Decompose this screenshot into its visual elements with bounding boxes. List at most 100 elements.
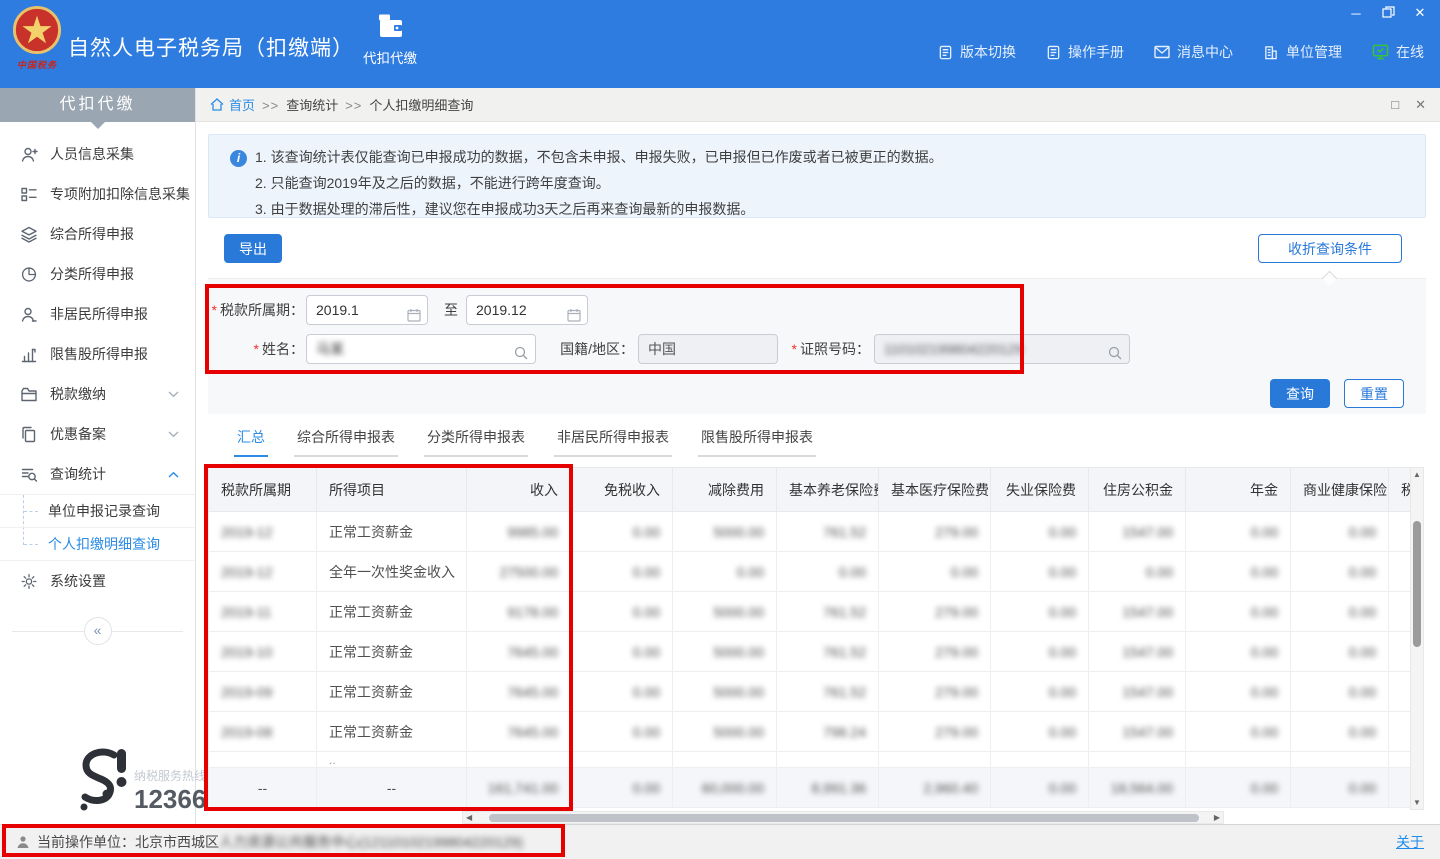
about-link[interactable]: 关于 [1396,832,1424,852]
document-icon [938,45,953,60]
sidebar-collapse-button[interactable]: « [84,617,112,645]
column-header-3: 免税收入 [571,468,673,512]
scroll-right-icon[interactable]: ▶ [1214,812,1220,823]
table-row[interactable]: 2019-10正常工资薪金7645.000.005000.00761.52279… [209,632,1411,672]
breadcrumb-separator: >> [262,98,279,113]
scroll-left-icon[interactable]: ◀ [466,812,472,823]
breadcrumb-trail: >>查询统计>>个人扣缴明细查询 [255,95,473,114]
header-menu-item-1[interactable]: 操作手册 [1046,42,1124,62]
result-tabs: 汇总综合所得申报表分类所得申报表非居民所得申报表限售股所得申报表 [234,427,816,457]
hotline-caption: 纳税服务热线 [134,767,206,784]
table-row[interactable]: 2019-08正常工资薪金7645.000.005000.00798.24279… [209,712,1411,752]
scroll-down-icon[interactable]: ▼ [1411,798,1423,807]
header-menu-item-0[interactable]: 版本切换 [938,42,1016,62]
vertical-scrollbar[interactable]: ▲ ▼ [1410,467,1424,810]
id-number-input[interactable]: 110102199804220129 [874,334,1130,364]
calendar-icon[interactable] [567,303,581,331]
tab-0[interactable]: 汇总 [234,427,268,457]
breadcrumb-item[interactable]: 个人扣缴明细查询 [369,98,473,113]
sidebar-subitem-8-1[interactable]: 个人扣缴明细查询 [0,528,195,561]
info-icon: i [230,150,247,167]
name-input[interactable]: 马某 [306,334,536,364]
status-bar: 当前操作单位：北京市西城区人力资源公共服务中心(1211010219980422… [0,824,1440,859]
header-menu-item-2[interactable]: 消息中心 [1154,42,1233,62]
nationality-label: 国籍/地区： [548,334,634,364]
sidebar-item-4[interactable]: 非居民所得申报 [0,294,195,334]
sidebar-item-9[interactable]: 系统设置 [0,561,195,601]
person-add-icon [20,145,40,163]
table-row[interactable]: 2019-12正常工资薪金9985.000.005000.00761.52279… [209,512,1411,552]
result-table-wrap: 税款所属期所得项目收入免税收入减除费用基本养老保险费基本医疗保险费失业保险费住房… [208,467,1411,808]
column-header-11: 税 [1389,468,1411,512]
sidebar-item-3[interactable]: 分类所得申报 [0,254,195,294]
window-controls: ─ ✕ [1348,5,1428,21]
table-header-row: 税款所属期所得项目收入免税收入减除费用基本养老保险费基本医疗保险费失业保险费住房… [209,468,1411,512]
nationality-field: 中国 [638,334,778,364]
sidebar-item-0[interactable]: 人员信息采集 [0,134,195,174]
search-icon[interactable] [513,342,529,370]
table-row[interactable]: 2019-09正常工资薪金7645.000.005000.00761.52279… [209,672,1411,712]
minimize-icon[interactable]: ─ [1348,6,1364,21]
horizontal-scroll-thumb[interactable] [489,814,1199,822]
column-header-2: 收入 [467,468,571,512]
period-to-word: 至 [444,295,458,325]
column-header-1: 所得项目 [317,468,467,512]
table-row-total[interactable]: ----161,741.000.0060,000.008,991.362,960… [209,768,1411,808]
search-list-icon [20,465,40,483]
module-nav-daikoudaijiao[interactable]: 代扣代缴 [352,12,428,67]
hotline-number: 12366 [134,784,206,814]
toggle-query-conditions-button[interactable]: 收折查询条件 [1258,234,1402,263]
home-icon [210,98,224,111]
close-icon[interactable]: ✕ [1412,5,1428,21]
tab-1[interactable]: 综合所得申报表 [294,427,398,457]
sidebar: 代扣代缴 人员信息采集 专项附加扣除信息采集 综合所得申报 分类所得申报 非居民… [0,88,196,824]
person-icon [16,835,30,849]
breadcrumb-home[interactable]: 首页 [210,95,255,114]
sidebar-item-8[interactable]: 查询统计 [0,454,195,494]
table-row[interactable]: 2019-12全年一次性奖金收入27500.000.000.000.000.00… [209,552,1411,592]
tab-3[interactable]: 非居民所得申报表 [554,427,672,457]
sidebar-item-2[interactable]: 综合所得申报 [0,214,195,254]
current-unit-blurred: 人力资源公共服务中心(12110102199804220129) [219,832,523,852]
period-to-input[interactable]: 2019.12 [466,295,588,325]
wallet-icon [374,27,406,43]
calendar-icon[interactable] [407,303,421,331]
hotline-block: 纳税服务热线 12366 [0,767,196,814]
building-icon [1263,45,1279,60]
vertical-scroll-thumb[interactable] [1413,521,1421,647]
sidebar-item-6[interactable]: 税款缴纳 [0,374,195,414]
notice-line: 3. 由于数据处理的滞后性，建议您在申报成功3天之后再来查询最新的申报数据。 [255,196,1409,222]
emblem-caption: 中国税务 [10,58,64,71]
column-header-10: 商业健康保险 [1291,468,1389,512]
sidebar-subitem-8-0[interactable]: 单位申报记录查询 [0,495,195,528]
period-from-input[interactable]: 2019.1 [306,295,428,325]
search-icon[interactable] [1107,342,1123,370]
breadcrumb-item[interactable]: 查询统计 [286,98,338,113]
filter-panel: 税款所属期： 2019.1 至 2019.12 姓名： 马某 国籍/地区： 中国… [208,278,1426,414]
header-menu-item-4[interactable]: 在线 [1372,42,1424,62]
sidebar-collapse-row: « [0,617,195,645]
reset-button[interactable]: 重置 [1344,379,1404,408]
period-label: 税款所属期： [210,295,304,325]
national-emblem-icon [12,5,62,55]
tab-2[interactable]: 分类所得申报表 [424,427,528,457]
sidebar-item-1[interactable]: 专项附加扣除信息采集 [0,174,195,214]
table-row[interactable]: 2019-11正常工资薪金9178.000.005000.00761.52279… [209,592,1411,632]
restore-icon[interactable] [1380,6,1396,21]
table-row-partial[interactable]: .. [209,752,1411,768]
search-button[interactable]: 查询 [1270,379,1330,408]
horizontal-scrollbar[interactable]: ◀ ▶ [462,811,1224,824]
header-menu-item-3[interactable]: 单位管理 [1263,42,1342,62]
person-icon [20,305,40,323]
sidebar-item-7[interactable]: 优惠备案 [0,414,195,454]
sidebar-item-5[interactable]: 限售股所得申报 [0,334,195,374]
header-menu: 版本切换 操作手册 消息中心 单位管理 在线 [938,42,1424,62]
scroll-up-icon[interactable]: ▲ [1411,470,1423,479]
tab-4[interactable]: 限售股所得申报表 [698,427,816,457]
panel-controls: □ ✕ [1391,97,1426,113]
export-button[interactable]: 导出 [224,234,282,263]
notice-line: 1. 该查询统计表仅能查询已申报成功的数据，不包含未申报、申报失败，已申报但已作… [255,144,1409,170]
panel-close-icon[interactable]: ✕ [1415,97,1426,113]
main-panel: 首页 >>查询统计>>个人扣缴明细查询 □ ✕ i 1. 该查询统计表仅能查询已… [196,88,1440,824]
panel-maximize-icon[interactable]: □ [1391,97,1399,112]
